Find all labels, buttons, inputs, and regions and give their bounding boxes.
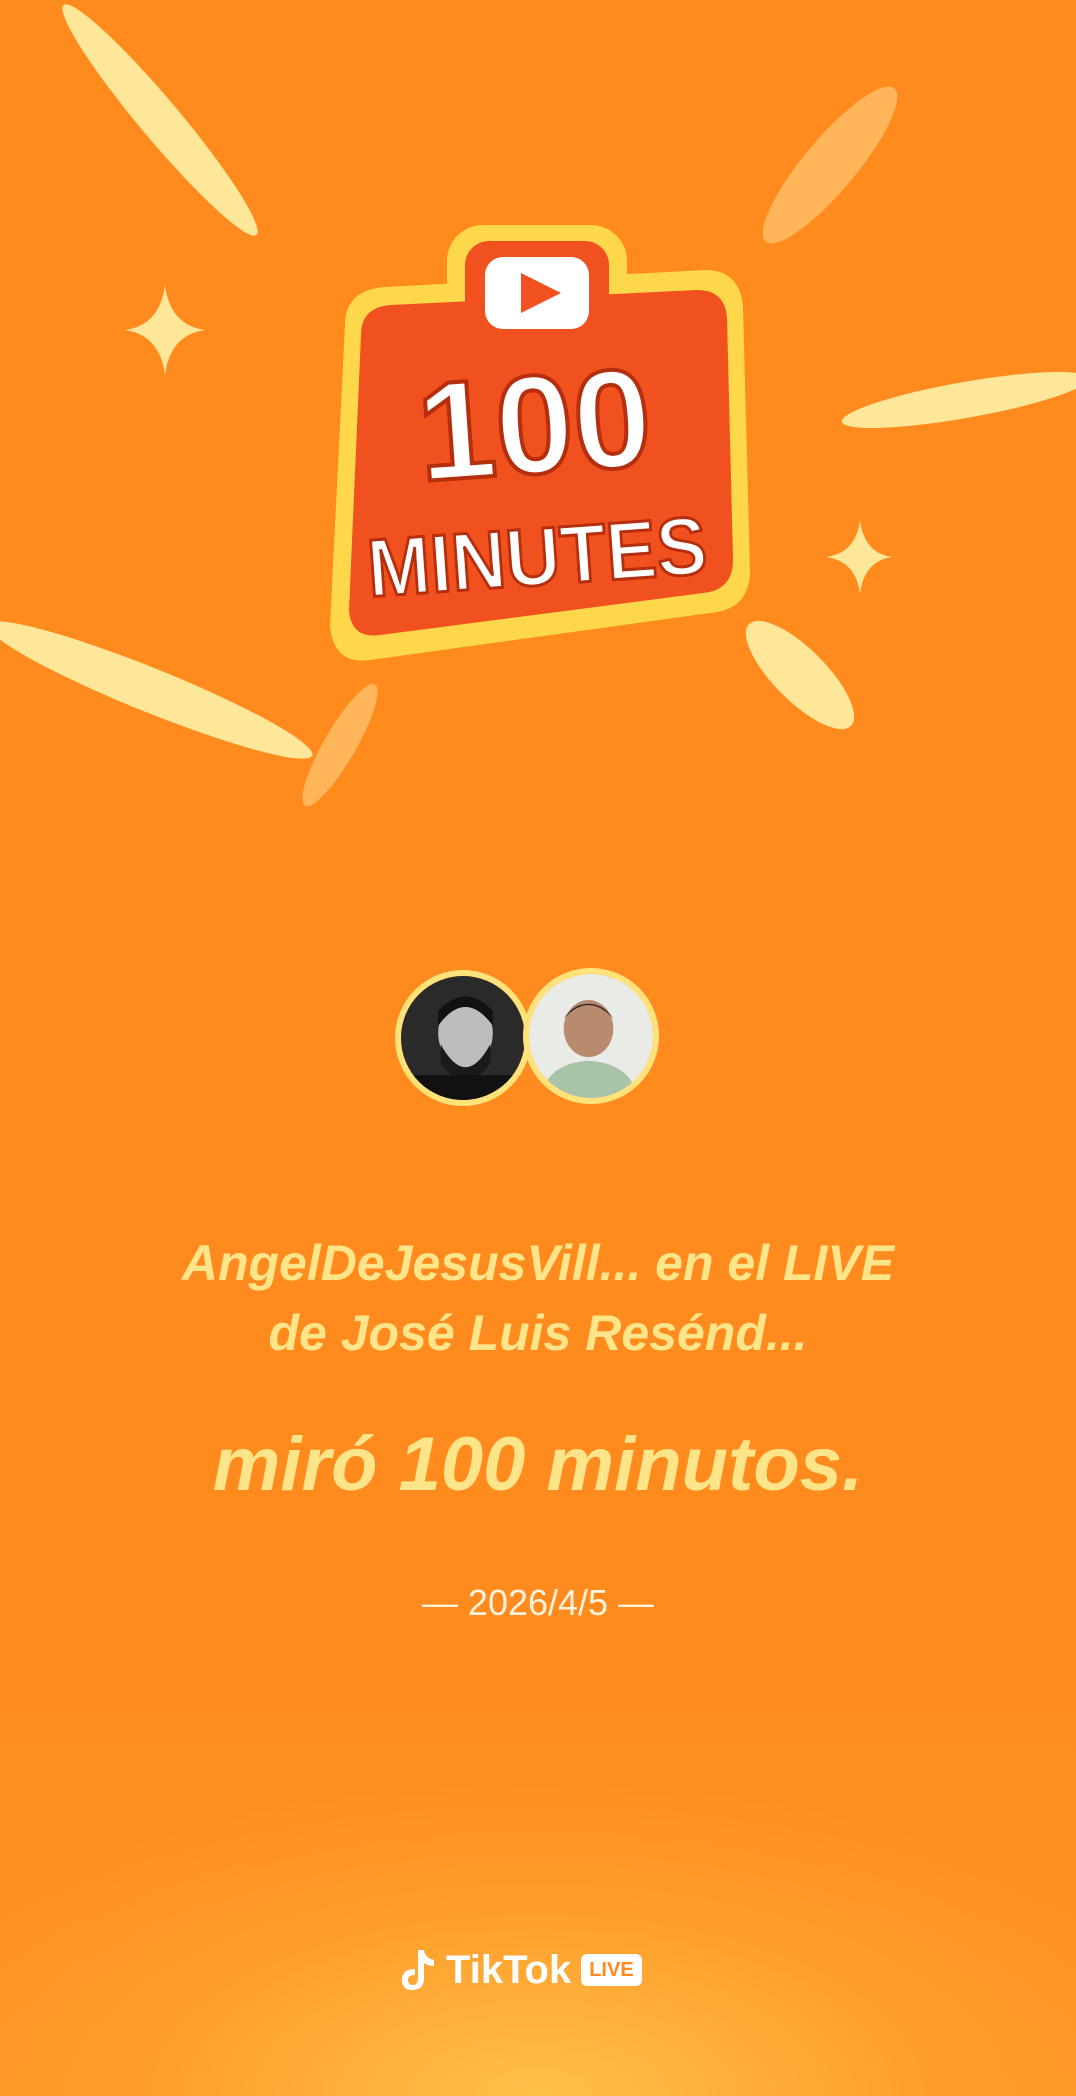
tiktok-live-logo: TikTok LIVE xyxy=(400,1940,642,2000)
headline-line-2: de José Luis Resénd... xyxy=(268,1305,808,1361)
tiktok-note-icon xyxy=(402,1950,434,1990)
brand-name: TikTok xyxy=(446,1947,572,1992)
milestone-date: — 2026/4/5 — xyxy=(421,1582,655,1623)
svg-text:100: 100 xyxy=(412,338,656,511)
avatar-viewer xyxy=(395,970,531,1106)
live-tag: LIVE xyxy=(581,1954,642,1986)
watched-minutes-text: miró 100 minutos. xyxy=(212,1422,864,1507)
avatar-host xyxy=(523,968,659,1104)
100-minutes-badge: 100 MINUTES xyxy=(330,225,750,661)
headline-line-1: AngelDeJesusVill... en el LIVE xyxy=(181,1235,895,1291)
milestone-headline: AngelDeJesusVill... en el LIVE de José L… xyxy=(40,1228,1036,1368)
avatar-pair xyxy=(395,968,685,1118)
